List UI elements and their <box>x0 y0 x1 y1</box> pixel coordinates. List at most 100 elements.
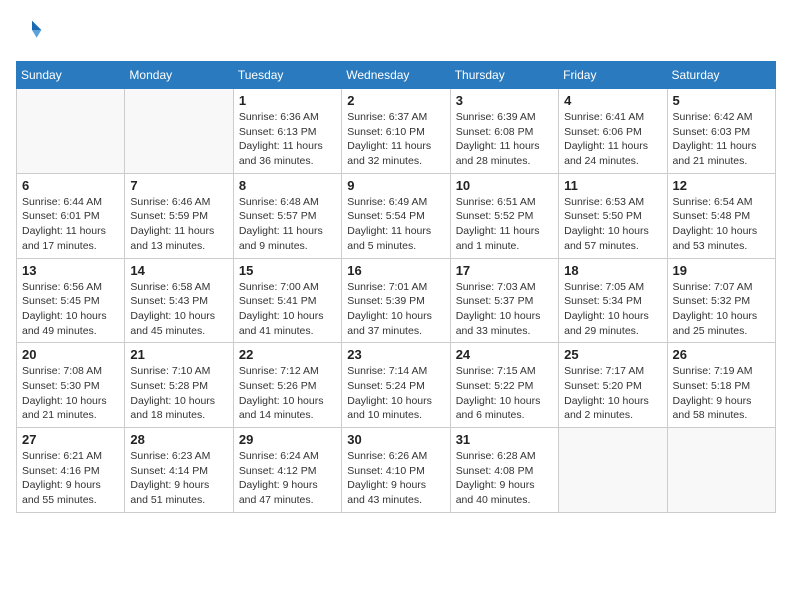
calendar-cell: 4 Sunrise: 6:41 AMSunset: 6:06 PMDaylight… <box>559 89 667 174</box>
day-info: Sunrise: 6:39 AMSunset: 6:08 PMDaylight:… <box>456 110 553 169</box>
calendar-cell: 2 Sunrise: 6:37 AMSunset: 6:10 PMDaylight… <box>342 89 450 174</box>
day-number: 30 <box>347 432 444 447</box>
logo <box>16 16 48 49</box>
day-info: Sunrise: 6:28 AMSunset: 4:08 PMDaylight:… <box>456 449 553 508</box>
calendar-cell: 9 Sunrise: 6:49 AMSunset: 5:54 PMDaylight… <box>342 173 450 258</box>
day-info: Sunrise: 6:54 AMSunset: 5:48 PMDaylight:… <box>673 195 770 254</box>
calendar-cell <box>559 428 667 513</box>
calendar-cell: 19Sunrise: 7:07 AMSunset: 5:32 PMDayligh… <box>667 258 775 343</box>
day-info: Sunrise: 6:42 AMSunset: 6:03 PMDaylight:… <box>673 110 770 169</box>
day-info: Sunrise: 7:10 AMSunset: 5:28 PMDaylight:… <box>130 364 227 423</box>
day-info: Sunrise: 7:00 AMSunset: 5:41 PMDaylight:… <box>239 280 336 339</box>
day-number: 14 <box>130 263 227 278</box>
day-number: 9 <box>347 178 444 193</box>
day-number: 20 <box>22 347 119 362</box>
day-info: Sunrise: 7:08 AMSunset: 5:30 PMDaylight:… <box>22 364 119 423</box>
calendar-cell: 5Sunrise: 6:42 AMSunset: 6:03 PMDaylight… <box>667 89 775 174</box>
day-info: Sunrise: 7:19 AMSunset: 5:18 PMDaylight:… <box>673 364 770 423</box>
day-info: Sunrise: 6:26 AMSunset: 4:10 PMDaylight:… <box>347 449 444 508</box>
weekday-header: Thursday <box>450 62 558 89</box>
day-number: 6 <box>22 178 119 193</box>
day-number: 21 <box>130 347 227 362</box>
calendar-week-row: 27 Sunrise: 6:21 AMSunset: 4:16 PMDayligh… <box>17 428 776 513</box>
calendar-cell: 15 Sunrise: 7:00 AMSunset: 5:41 PMDayligh… <box>233 258 341 343</box>
day-info: Sunrise: 6:23 AMSunset: 4:14 PMDaylight:… <box>130 449 227 508</box>
weekday-header: Wednesday <box>342 62 450 89</box>
day-info: Sunrise: 7:15 AMSunset: 5:22 PMDaylight:… <box>456 364 553 423</box>
calendar-week-row: 6Sunrise: 6:44 AMSunset: 6:01 PMDaylight… <box>17 173 776 258</box>
day-number: 25 <box>564 347 661 362</box>
day-number: 28 <box>130 432 227 447</box>
day-number: 15 <box>239 263 336 278</box>
calendar-cell: 8 Sunrise: 6:48 AMSunset: 5:57 PMDaylight… <box>233 173 341 258</box>
day-info: Sunrise: 6:49 AMSunset: 5:54 PMDaylight:… <box>347 195 444 254</box>
day-number: 19 <box>673 263 770 278</box>
weekday-header: Saturday <box>667 62 775 89</box>
day-info: Sunrise: 6:53 AMSunset: 5:50 PMDaylight:… <box>564 195 661 254</box>
calendar-cell: 1Sunrise: 6:36 AMSunset: 6:13 PMDaylight… <box>233 89 341 174</box>
calendar-cell: 3 Sunrise: 6:39 AMSunset: 6:08 PMDaylight… <box>450 89 558 174</box>
day-info: Sunrise: 6:51 AMSunset: 5:52 PMDaylight:… <box>456 195 553 254</box>
day-number: 23 <box>347 347 444 362</box>
day-info: Sunrise: 6:56 AMSunset: 5:45 PMDaylight:… <box>22 280 119 339</box>
day-info: Sunrise: 6:41 AMSunset: 6:06 PMDaylight:… <box>564 110 661 169</box>
day-info: Sunrise: 6:46 AMSunset: 5:59 PMDaylight:… <box>130 195 227 254</box>
day-number: 22 <box>239 347 336 362</box>
calendar-cell: 28 Sunrise: 6:23 AMSunset: 4:14 PMDayligh… <box>125 428 233 513</box>
calendar-week-row: 20 Sunrise: 7:08 AMSunset: 5:30 PMDayligh… <box>17 343 776 428</box>
calendar-cell: 25 Sunrise: 7:17 AMSunset: 5:20 PMDayligh… <box>559 343 667 428</box>
day-number: 7 <box>130 178 227 193</box>
calendar-table: SundayMondayTuesdayWednesdayThursdayFrid… <box>16 61 776 513</box>
calendar-cell: 14 Sunrise: 6:58 AMSunset: 5:43 PMDayligh… <box>125 258 233 343</box>
weekday-header: Tuesday <box>233 62 341 89</box>
day-info: Sunrise: 6:21 AMSunset: 4:16 PMDaylight:… <box>22 449 119 508</box>
day-info: Sunrise: 6:37 AMSunset: 6:10 PMDaylight:… <box>347 110 444 169</box>
day-info: Sunrise: 7:05 AMSunset: 5:34 PMDaylight:… <box>564 280 661 339</box>
day-number: 18 <box>564 263 661 278</box>
day-number: 31 <box>456 432 553 447</box>
calendar-cell: 18 Sunrise: 7:05 AMSunset: 5:34 PMDayligh… <box>559 258 667 343</box>
calendar-cell: 29 Sunrise: 6:24 AMSunset: 4:12 PMDayligh… <box>233 428 341 513</box>
day-number: 12 <box>673 178 770 193</box>
calendar-cell: 10 Sunrise: 6:51 AMSunset: 5:52 PMDayligh… <box>450 173 558 258</box>
day-number: 24 <box>456 347 553 362</box>
logo-icon <box>18 16 46 44</box>
day-number: 2 <box>347 93 444 108</box>
day-number: 3 <box>456 93 553 108</box>
day-number: 26 <box>673 347 770 362</box>
day-number: 11 <box>564 178 661 193</box>
calendar-cell: 30 Sunrise: 6:26 AMSunset: 4:10 PMDayligh… <box>342 428 450 513</box>
calendar-cell: 11 Sunrise: 6:53 AMSunset: 5:50 PMDayligh… <box>559 173 667 258</box>
calendar-cell: 31 Sunrise: 6:28 AMSunset: 4:08 PMDayligh… <box>450 428 558 513</box>
weekday-header: Sunday <box>17 62 125 89</box>
page-header <box>16 16 776 49</box>
day-info: Sunrise: 6:24 AMSunset: 4:12 PMDaylight:… <box>239 449 336 508</box>
day-number: 13 <box>22 263 119 278</box>
day-info: Sunrise: 6:36 AMSunset: 6:13 PMDaylight:… <box>239 110 336 169</box>
calendar-cell: 7 Sunrise: 6:46 AMSunset: 5:59 PMDaylight… <box>125 173 233 258</box>
weekday-header: Friday <box>559 62 667 89</box>
day-number: 27 <box>22 432 119 447</box>
day-number: 17 <box>456 263 553 278</box>
calendar-cell: 26 Sunrise: 7:19 AMSunset: 5:18 PMDayligh… <box>667 343 775 428</box>
day-info: Sunrise: 7:17 AMSunset: 5:20 PMDaylight:… <box>564 364 661 423</box>
calendar-cell: 22Sunrise: 7:12 AMSunset: 5:26 PMDayligh… <box>233 343 341 428</box>
day-info: Sunrise: 6:58 AMSunset: 5:43 PMDaylight:… <box>130 280 227 339</box>
calendar-cell: 13 Sunrise: 6:56 AMSunset: 5:45 PMDayligh… <box>17 258 125 343</box>
calendar-cell: 24 Sunrise: 7:15 AMSunset: 5:22 PMDayligh… <box>450 343 558 428</box>
day-number: 8 <box>239 178 336 193</box>
day-number: 29 <box>239 432 336 447</box>
day-number: 16 <box>347 263 444 278</box>
day-number: 10 <box>456 178 553 193</box>
day-number: 4 <box>564 93 661 108</box>
day-info: Sunrise: 6:48 AMSunset: 5:57 PMDaylight:… <box>239 195 336 254</box>
calendar-cell: 23Sunrise: 7:14 AMSunset: 5:24 PMDayligh… <box>342 343 450 428</box>
calendar-cell <box>125 89 233 174</box>
calendar-cell: 12 Sunrise: 6:54 AMSunset: 5:48 PMDayligh… <box>667 173 775 258</box>
day-info: Sunrise: 7:03 AMSunset: 5:37 PMDaylight:… <box>456 280 553 339</box>
calendar-cell <box>667 428 775 513</box>
calendar-cell: 17 Sunrise: 7:03 AMSunset: 5:37 PMDayligh… <box>450 258 558 343</box>
weekday-header: Monday <box>125 62 233 89</box>
calendar-week-row: 13 Sunrise: 6:56 AMSunset: 5:45 PMDayligh… <box>17 258 776 343</box>
calendar-week-row: 1Sunrise: 6:36 AMSunset: 6:13 PMDaylight… <box>17 89 776 174</box>
